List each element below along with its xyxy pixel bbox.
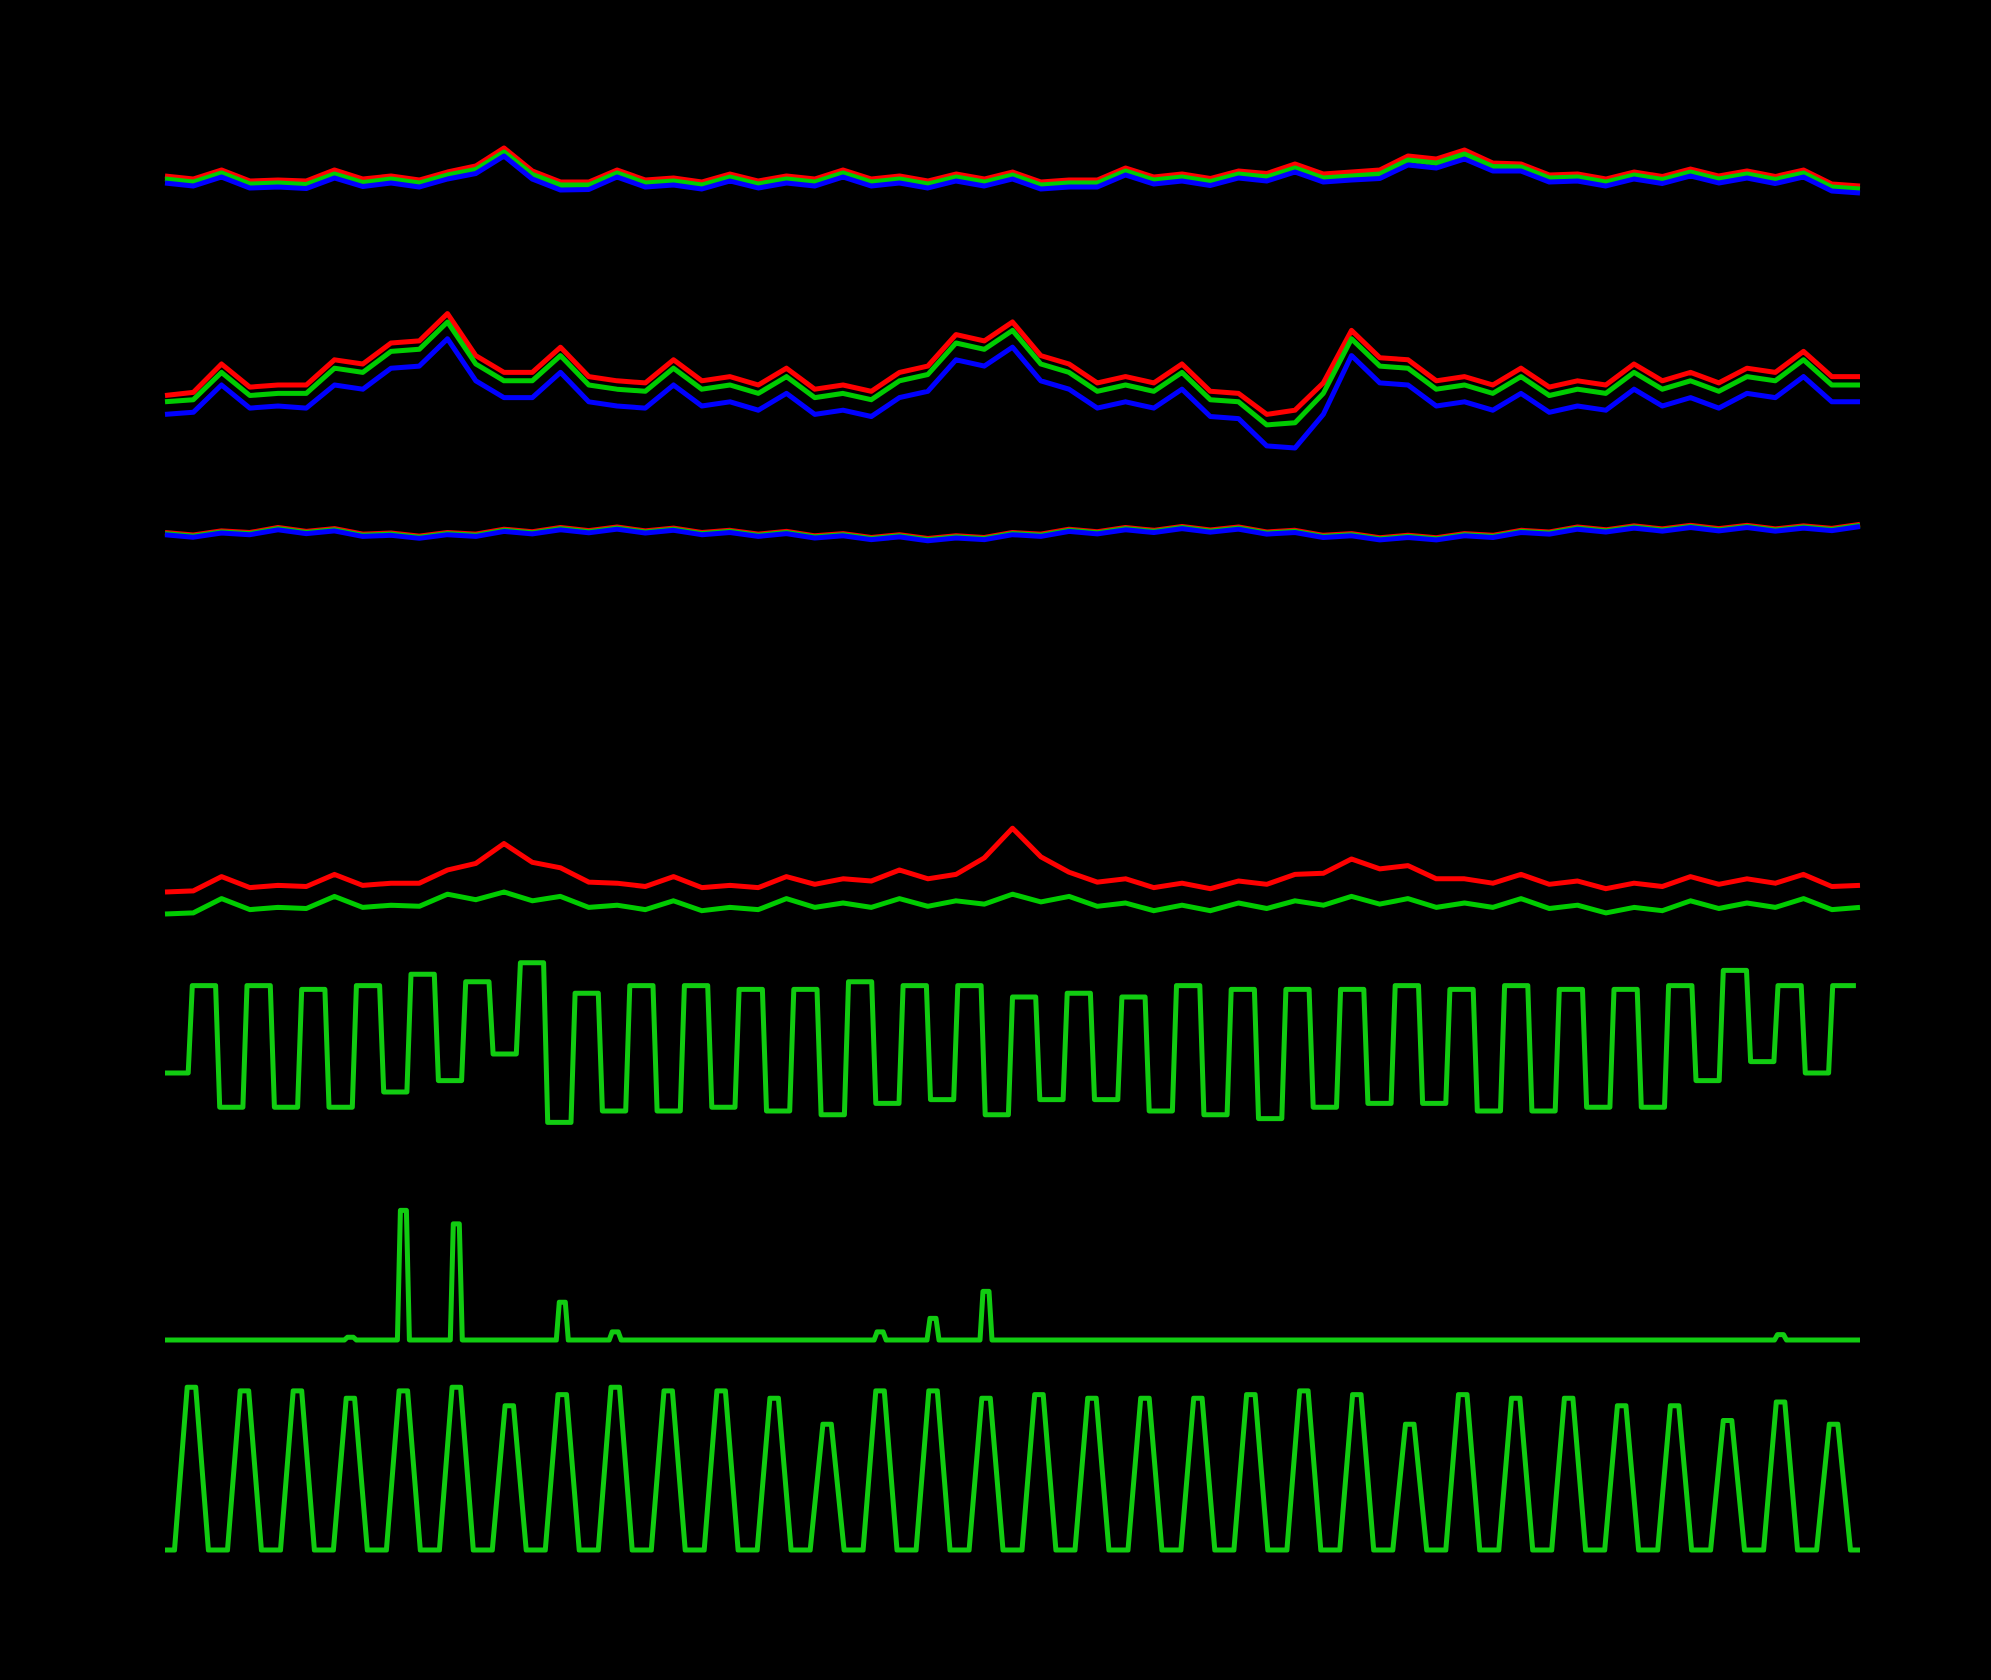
chart-canvas bbox=[0, 0, 1991, 1680]
chart-background bbox=[0, 0, 1991, 1680]
